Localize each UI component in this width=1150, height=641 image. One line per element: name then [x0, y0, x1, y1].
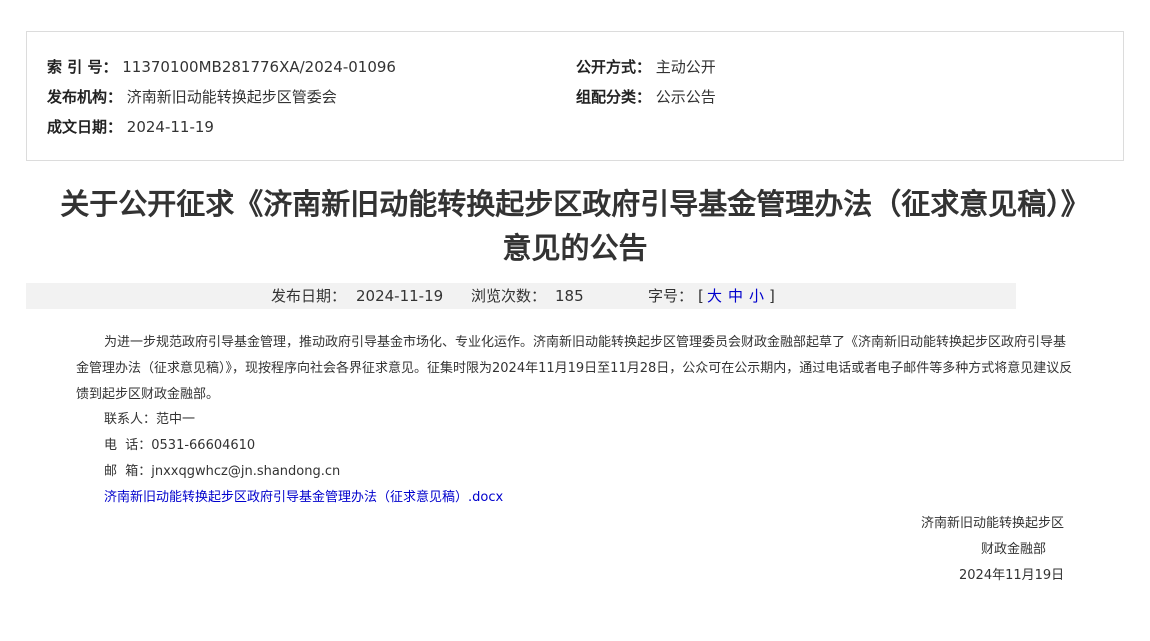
category-label: 组配分类：	[576, 88, 652, 106]
issuer-label: 发布机构：	[47, 88, 123, 106]
publish-method-value: 主动公开	[655, 58, 716, 76]
attachment-link[interactable]: 济南新旧动能转换起步区政府引导基金管理办法（征求意见稿）.docx	[104, 488, 503, 508]
signature-org-line1: 济南新旧动能转换起步区	[921, 516, 1065, 531]
signature-date: 2024年11月19日	[959, 568, 1065, 583]
publish-method-row: 公开方式： 主动公开	[576, 57, 716, 77]
body-paragraph: 为进一步规范政府引导基金管理，推动政府引导基金市场化、专业化运作。济南新旧动能转…	[76, 335, 1073, 402]
category-row: 组配分类： 公示公告	[576, 87, 716, 107]
page-title: 关于公开征求《济南新旧动能转换起步区政府引导基金管理办法（征求意见稿）》意见的公…	[60, 187, 1090, 265]
issuer-value: 济南新旧动能转换起步区管委会	[126, 88, 337, 106]
font-size-medium-link[interactable]: 中	[728, 283, 743, 309]
index-number-row: 索 引 号： 11370100MB281776XA/2024-01096	[47, 57, 396, 77]
font-size-label: 字号：	[648, 287, 694, 305]
date-row: 成文日期： 2024-11-19	[47, 117, 214, 137]
category-value: 公示公告	[655, 88, 716, 106]
contact-person: 联系人：范中一	[104, 412, 196, 427]
views-value: 185	[555, 287, 584, 305]
issuer-row: 发布机构： 济南新旧动能转换起步区管委会	[47, 87, 337, 107]
publish-method-label: 公开方式：	[576, 58, 652, 76]
article-body: 为进一步规范政府引导基金管理，推动政府引导基金市场化、专业化运作。济南新旧动能转…	[76, 330, 1076, 408]
date-value: 2024-11-19	[126, 118, 214, 136]
contact-phone: 电 话：0531-66604610	[104, 438, 256, 453]
font-size-bracket-close: ]	[769, 287, 775, 305]
index-number-value: 11370100MB281776XA/2024-01096	[122, 58, 396, 76]
info-bar: 发布日期： 2024-11-19 浏览次数： 185 字号： [ 大 中 小 ]	[26, 283, 1016, 309]
font-size-large-link[interactable]: 大	[707, 283, 722, 309]
date-label: 成文日期：	[47, 118, 123, 136]
publish-date-label: 发布日期：	[271, 287, 347, 305]
metadata-panel: 索 引 号： 11370100MB281776XA/2024-01096 公开方…	[26, 31, 1124, 161]
publish-date-value: 2024-11-19	[356, 287, 444, 305]
index-number-label: 索 引 号：	[47, 58, 118, 76]
views-label: 浏览次数：	[471, 287, 547, 305]
contact-email: 邮 箱：jnxxqgwhcz@jn.shandong.cn	[104, 464, 341, 479]
font-size-bracket-open: [	[698, 287, 704, 305]
font-size-small-link[interactable]: 小	[749, 283, 764, 309]
signature-org-line2: 财政金融部	[981, 542, 1047, 557]
